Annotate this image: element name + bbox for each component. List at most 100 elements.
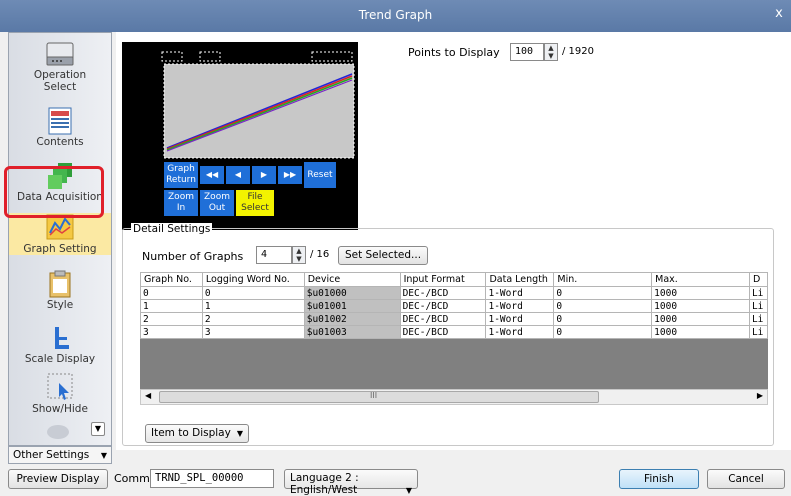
close-icon[interactable]: x xyxy=(771,6,787,22)
column-header[interactable]: D xyxy=(748,272,768,287)
column-header[interactable]: Max. xyxy=(651,272,750,287)
sidebar-item-label: Graph Setting xyxy=(23,243,97,255)
comm-label: Comm xyxy=(114,472,150,485)
zoom-in-button[interactable]: Zoom In xyxy=(164,190,198,216)
number-of-graphs-label: Number of Graphs xyxy=(142,250,244,263)
cursor-icon xyxy=(47,373,73,400)
sidebar-item-label: Scale Display xyxy=(24,353,96,365)
item-to-display-dropdown[interactable]: Item to Display ▼ xyxy=(145,424,249,443)
table-cell[interactable]: Li xyxy=(748,286,768,300)
points-spinner[interactable]: ▲ ▼ xyxy=(544,43,558,61)
sidebar-item-label: Contents xyxy=(36,136,84,148)
active-highlight xyxy=(4,166,104,218)
sidebar-item-operation-select[interactable]: Operation Select xyxy=(9,41,111,93)
graph-return-button[interactable]: Graph Return xyxy=(164,162,198,188)
column-header[interactable]: Device xyxy=(303,272,401,287)
document-icon xyxy=(48,107,72,135)
window-title: Trend Graph xyxy=(358,8,433,22)
table-cell[interactable]: 2 xyxy=(201,312,305,326)
table-cell[interactable]: 2 xyxy=(140,312,203,326)
monitor-icon xyxy=(46,42,74,66)
column-header[interactable]: Input Format xyxy=(399,272,487,287)
table-cell[interactable]: 1-Word xyxy=(485,325,555,339)
prev-button[interactable]: ◀ xyxy=(226,166,250,184)
table-row[interactable]: 1 1 $u01001 DEC-/BCD 1-Word 0 1000 Li xyxy=(140,299,768,313)
collapse-button[interactable]: ▼ xyxy=(91,422,105,436)
table-cell[interactable]: DEC-/BCD xyxy=(399,312,487,326)
table-cell[interactable]: 3 xyxy=(201,325,305,339)
other-settings-dropdown[interactable]: Other Settings ▼ xyxy=(8,446,112,464)
table-cell[interactable]: 0 xyxy=(553,299,653,313)
sidebar-item-label: Show/Hide xyxy=(32,403,88,415)
sidebar-item-label: Operation Select xyxy=(33,69,87,93)
points-max: / 1920 xyxy=(562,46,594,57)
scrollbar-thumb[interactable]: III xyxy=(159,391,599,403)
column-header[interactable]: Logging Word No. xyxy=(201,272,305,287)
sidebar-item-style[interactable]: Style xyxy=(9,269,111,311)
table-cell[interactable]: 1 xyxy=(140,299,203,313)
sidebar: Operation Select Contents Data Acquisiti… xyxy=(8,32,112,446)
table-cell[interactable]: 1-Word xyxy=(485,312,555,326)
table-cell[interactable]: 1 xyxy=(201,299,305,313)
table-cell[interactable]: 1000 xyxy=(651,299,750,313)
table-cell[interactable]: 1-Word xyxy=(485,286,555,300)
next-fast-button[interactable]: ▶▶ xyxy=(278,166,302,184)
trend-graph-preview: Graph Return ◀◀ ◀ ▶ ▶▶ Reset Zoom In Zoo… xyxy=(122,42,358,230)
points-to-display-label: Points to Display xyxy=(408,46,500,59)
column-header[interactable]: Min. xyxy=(553,272,653,287)
table-cell[interactable]: 3 xyxy=(140,325,203,339)
reset-button[interactable]: Reset xyxy=(304,162,336,188)
column-header[interactable]: Data Length xyxy=(485,272,555,287)
comm-input[interactable]: TRND_SPL_00000 xyxy=(150,469,274,488)
sidebar-item-label: Style xyxy=(46,299,74,311)
number-of-graphs-spinner[interactable]: ▲ ▼ xyxy=(292,246,306,264)
file-select-button[interactable]: File Select xyxy=(236,190,274,216)
cancel-button[interactable]: Cancel xyxy=(707,469,785,489)
number-of-graphs-input[interactable]: 4 xyxy=(256,246,292,264)
chevron-down-icon: ▼ xyxy=(100,451,107,460)
gear-icon xyxy=(47,425,69,439)
zoom-out-button[interactable]: Zoom Out xyxy=(200,190,234,216)
table-cell[interactable]: 0 xyxy=(201,286,305,300)
scroll-right-icon[interactable]: ▶ xyxy=(757,391,763,400)
set-selected-button[interactable]: Set Selected... xyxy=(338,246,428,265)
table-cell[interactable]: 1000 xyxy=(651,312,750,326)
prev-fast-button[interactable]: ◀◀ xyxy=(200,166,224,184)
table-row[interactable]: 3 3 $u01003 DEC-/BCD 1-Word 0 1000 Li xyxy=(140,325,768,339)
finish-button[interactable]: Finish xyxy=(619,469,699,489)
table-cell[interactable]: Li xyxy=(748,312,768,326)
sidebar-item-show-hide[interactable]: Show/Hide xyxy=(9,371,111,415)
language-dropdown[interactable]: Language 2 : English/West ▼ xyxy=(284,469,418,496)
table-cell[interactable]: $u01000 xyxy=(303,286,401,300)
table-cell[interactable]: DEC-/BCD xyxy=(399,286,487,300)
next-button[interactable]: ▶ xyxy=(252,166,276,184)
points-to-display-input[interactable]: 100 xyxy=(510,43,544,61)
table-cell[interactable]: DEC-/BCD xyxy=(399,299,487,313)
scroll-left-icon[interactable]: ◀ xyxy=(145,391,151,400)
chevron-down-icon: ▼ xyxy=(236,429,243,438)
table-row[interactable]: 0 0 $u01000 DEC-/BCD 1-Word 0 1000 Li xyxy=(140,286,768,300)
table-cell[interactable]: Li xyxy=(748,325,768,339)
sidebar-item-scale-display[interactable]: Scale Display xyxy=(9,323,111,365)
table-cell[interactable]: 1-Word xyxy=(485,299,555,313)
table-cell[interactable]: $u01001 xyxy=(303,299,401,313)
horizontal-scrollbar[interactable]: ◀ III ▶ xyxy=(140,389,768,405)
preview-display-button[interactable]: Preview Display xyxy=(8,469,108,489)
table-cell[interactable]: 1000 xyxy=(651,286,750,300)
sidebar-item-graph-setting[interactable]: Graph Setting xyxy=(9,213,111,255)
title-bar: Trend Graph x xyxy=(0,0,791,32)
sidebar-item-contents[interactable]: Contents xyxy=(9,106,111,148)
table-cell[interactable]: DEC-/BCD xyxy=(399,325,487,339)
table-cell[interactable]: Li xyxy=(748,299,768,313)
table-cell[interactable]: 0 xyxy=(553,286,653,300)
table-cell[interactable]: $u01002 xyxy=(303,312,401,326)
table-cell[interactable]: $u01003 xyxy=(303,325,401,339)
language-label: Language 2 : English/West xyxy=(290,472,359,496)
table-row[interactable]: 2 2 $u01002 DEC-/BCD 1-Word 0 1000 Li xyxy=(140,312,768,326)
table-cell[interactable]: 0 xyxy=(140,286,203,300)
scroll-grip: III xyxy=(370,391,378,400)
table-cell[interactable]: 0 xyxy=(553,325,653,339)
table-cell[interactable]: 1000 xyxy=(651,325,750,339)
table-cell[interactable]: 0 xyxy=(553,312,653,326)
column-header[interactable]: Graph No. xyxy=(140,272,203,287)
